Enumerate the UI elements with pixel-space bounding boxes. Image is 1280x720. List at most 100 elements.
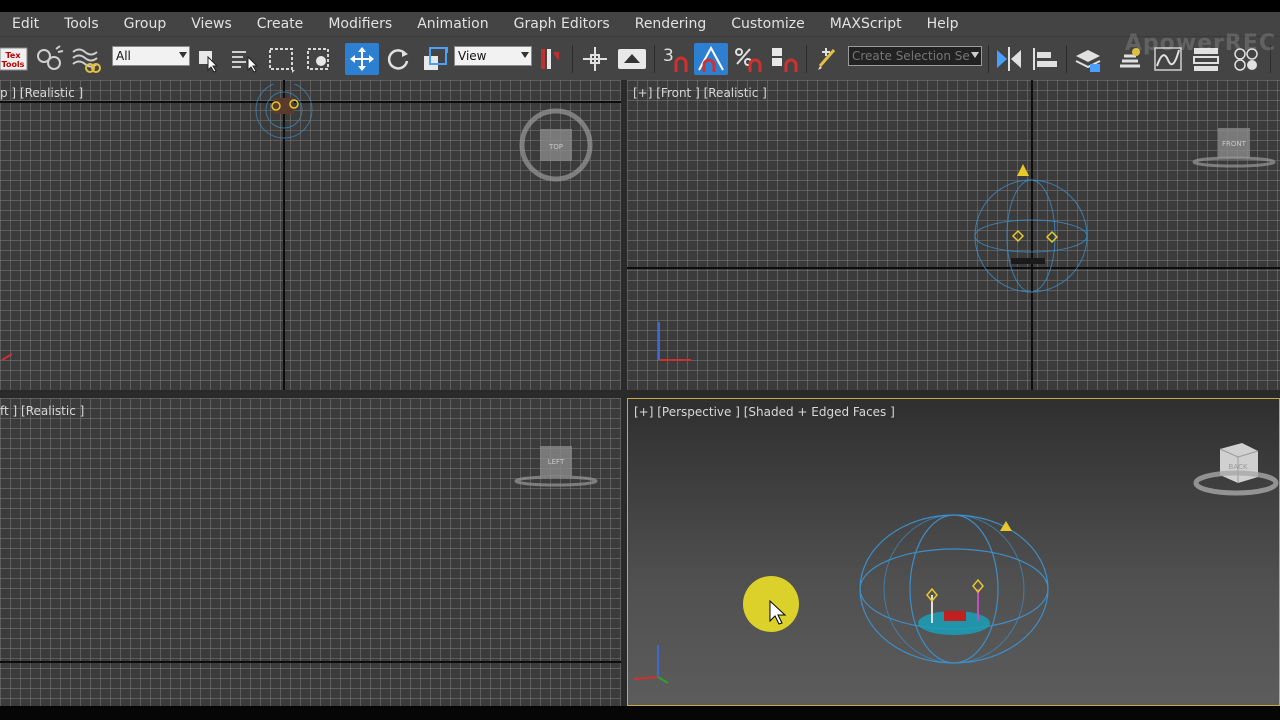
select-by-name-icon <box>232 51 259 73</box>
menu-graph-editors[interactable]: Graph Editors <box>502 16 623 32</box>
tex-tools-label-2: Tools <box>2 60 25 69</box>
letterbox-top <box>0 0 1280 12</box>
reference-coordinate-dropdown[interactable]: View <box>454 46 532 66</box>
spinner-snap-toggle-button[interactable] <box>768 43 800 75</box>
angle-snap-toggle-button[interactable] <box>694 43 728 75</box>
tex-tools-icon: Tex Tools <box>0 47 28 71</box>
toolbar-separator <box>806 45 807 73</box>
menu-modifiers[interactable]: Modifiers <box>316 16 405 32</box>
mirror-icon <box>997 47 1021 71</box>
bind-space-warp-icon <box>72 48 101 73</box>
viewcube-icon: TOP <box>519 108 593 182</box>
select-object-button[interactable] <box>194 43 222 75</box>
menu-customize[interactable]: Customize <box>719 16 818 32</box>
viewcube-icon: FRONT <box>1192 128 1276 168</box>
viewcube-icon: LEFT <box>514 446 598 487</box>
scene-object-front[interactable] <box>951 156 1111 296</box>
tex-tools-label-1: Tex <box>6 51 22 60</box>
toolbar-separator <box>1066 45 1067 73</box>
axis-tripod-top <box>1 353 13 361</box>
keyboard-shortcut-override-button[interactable] <box>616 43 648 75</box>
select-and-move-button[interactable] <box>345 43 379 75</box>
named-selection-sets-placeholder: Create Selection Se <box>852 49 970 63</box>
window-crossing-button[interactable] <box>304 43 334 75</box>
viewport-left[interactable]: ft ] [Realistic ] LEFT <box>0 398 621 706</box>
letterbox-bottom <box>0 706 1280 720</box>
align-icon <box>1033 48 1057 70</box>
use-pivot-icon <box>583 47 607 71</box>
viewcube-label-top: TOP <box>548 143 563 151</box>
viewcube-left[interactable]: LEFT <box>514 442 600 492</box>
viewcube-front[interactable]: FRONT <box>1192 124 1278 174</box>
rectangular-selection-button[interactable] <box>266 43 298 75</box>
main-toolbar: Tex Tools All View 3 Create Selection Se… <box>0 31 1280 80</box>
menu-edit[interactable]: Edit <box>0 16 52 32</box>
menu-views[interactable]: Views <box>179 16 245 32</box>
snap-toggle-button[interactable]: 3 <box>660 43 692 75</box>
toggle-scene-explorer-button[interactable] <box>1072 43 1104 75</box>
snap-toggle-label: 3 <box>663 46 674 66</box>
viewport-label-front[interactable]: [+] [Front ] [Realistic ] <box>633 86 767 100</box>
spinner-snap-icon <box>772 48 798 72</box>
toolbar-separator <box>572 45 573 73</box>
viewport-label-top[interactable]: p ] [Realistic ] <box>0 86 83 100</box>
bind-to-space-warp-button[interactable] <box>70 43 102 75</box>
select-and-rotate-button[interactable] <box>383 43 413 75</box>
chevron-down-icon <box>521 52 529 58</box>
viewport-splitter-horizontal[interactable] <box>0 390 1280 398</box>
select-place-icon <box>541 49 559 69</box>
menu-tools[interactable]: Tools <box>52 16 112 32</box>
edit-named-selection-sets-button[interactable] <box>812 43 842 75</box>
screen-frame: Edit Tools Group Views Create Modifiers … <box>0 0 1280 720</box>
percent-snap-toggle-button[interactable] <box>732 43 764 75</box>
viewport-label-left[interactable]: ft ] [Realistic ] <box>0 404 84 418</box>
selection-filter-dropdown[interactable]: All <box>112 46 190 66</box>
keyboard-shortcut-override-icon <box>618 49 646 69</box>
selection-filter-value: All <box>116 49 131 63</box>
viewport-front[interactable]: [+] [Front ] [Realistic ] FRONT <box>627 80 1280 390</box>
viewport-perspective[interactable]: [+] [Perspective ] [Shaded + Edged Faces… <box>627 398 1280 706</box>
named-selection-sets-dropdown[interactable]: Create Selection Se <box>848 46 982 66</box>
select-and-scale-button[interactable] <box>420 43 450 75</box>
viewport-label-perspective[interactable]: [+] [Perspective ] [Shaded + Edged Faces… <box>634 405 895 419</box>
menu-group[interactable]: Group <box>112 16 180 32</box>
tex-tools-button[interactable]: Tex Tools <box>0 43 28 75</box>
percent-snap-icon <box>735 48 762 72</box>
menu-create[interactable]: Create <box>245 16 317 32</box>
scene-object-perspective[interactable] <box>856 511 1056 671</box>
window-crossing-icon <box>307 48 329 70</box>
menu-help[interactable]: Help <box>915 16 972 32</box>
select-scale-icon <box>424 47 448 70</box>
menu-maxscript[interactable]: MAXScript <box>818 16 915 32</box>
select-move-icon <box>350 47 374 71</box>
scene-object-top[interactable] <box>240 84 330 144</box>
menu-rendering[interactable]: Rendering <box>623 16 720 32</box>
angle-snap-icon <box>698 45 724 72</box>
snap-toggle-icon: 3 <box>663 46 688 72</box>
rectangle-selection-icon <box>269 48 295 73</box>
chevron-down-icon <box>179 52 187 58</box>
viewcube-top[interactable]: TOP <box>518 108 598 190</box>
axis-tripod-front <box>658 322 691 361</box>
select-by-name-button[interactable] <box>228 43 260 75</box>
mirror-button[interactable] <box>994 43 1024 75</box>
select-object-icon <box>199 51 219 73</box>
viewport-top[interactable]: p ] [Realistic ] TOP <box>0 80 621 390</box>
toolbar-separator <box>654 45 655 73</box>
recorder-watermark: ApowerREC <box>1124 31 1276 56</box>
toggle-scene-explorer-icon <box>1075 50 1101 72</box>
menu-animation[interactable]: Animation <box>405 16 501 32</box>
select-and-place-button[interactable] <box>536 43 566 75</box>
edit-named-selections-icon <box>818 48 836 70</box>
viewcube-perspective[interactable]: BACK <box>1192 439 1279 507</box>
select-and-link-button[interactable] <box>34 43 64 75</box>
viewcube-label-perspective: BACK <box>1229 463 1248 471</box>
link-icon <box>37 45 64 70</box>
align-button[interactable] <box>1030 43 1060 75</box>
reference-coordinate-value: View <box>458 49 487 63</box>
toolbar-separator <box>988 45 989 73</box>
grid-axis-y <box>0 661 621 663</box>
mouse-cursor-icon <box>769 599 787 625</box>
axis-tripod-perspective <box>633 645 669 684</box>
use-pivot-point-button[interactable] <box>580 43 610 75</box>
